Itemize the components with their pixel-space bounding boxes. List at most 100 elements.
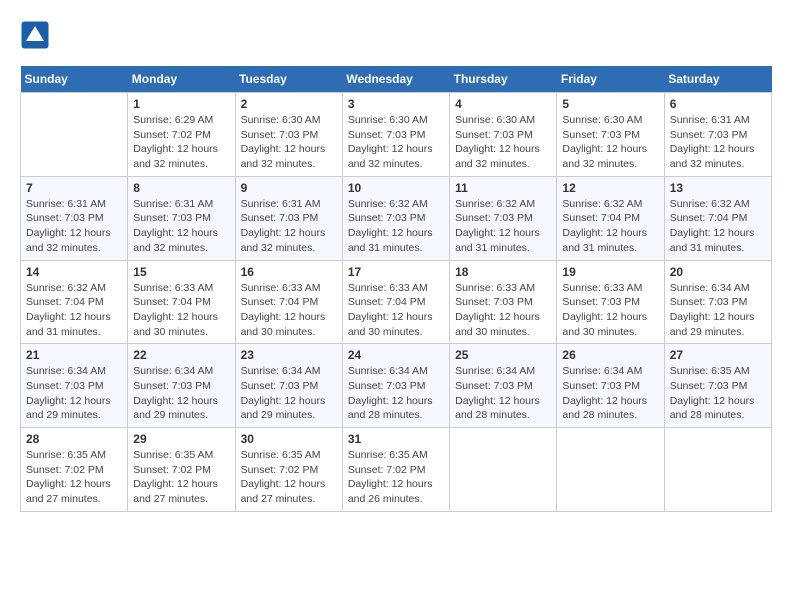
- header-friday: Friday: [557, 66, 664, 93]
- cell-info: Sunrise: 6:33 AM Sunset: 7:03 PM Dayligh…: [455, 281, 551, 340]
- day-number: 3: [348, 97, 444, 111]
- calendar-cell: [450, 428, 557, 512]
- calendar-cell: 14 Sunrise: 6:32 AM Sunset: 7:04 PM Dayli…: [21, 260, 128, 344]
- day-number: 23: [241, 348, 337, 362]
- calendar-cell: 11 Sunrise: 6:32 AM Sunset: 7:03 PM Dayli…: [450, 176, 557, 260]
- cell-info: Sunrise: 6:33 AM Sunset: 7:04 PM Dayligh…: [348, 281, 444, 340]
- cell-info: Sunrise: 6:30 AM Sunset: 7:03 PM Dayligh…: [241, 113, 337, 172]
- cell-info: Sunrise: 6:33 AM Sunset: 7:04 PM Dayligh…: [241, 281, 337, 340]
- calendar-cell: 7 Sunrise: 6:31 AM Sunset: 7:03 PM Daylig…: [21, 176, 128, 260]
- calendar-week-3: 14 Sunrise: 6:32 AM Sunset: 7:04 PM Dayli…: [21, 260, 772, 344]
- calendar-week-1: 1 Sunrise: 6:29 AM Sunset: 7:02 PM Daylig…: [21, 93, 772, 177]
- day-number: 8: [133, 181, 229, 195]
- header-monday: Monday: [128, 66, 235, 93]
- calendar-cell: 2 Sunrise: 6:30 AM Sunset: 7:03 PM Daylig…: [235, 93, 342, 177]
- calendar-cell: 13 Sunrise: 6:32 AM Sunset: 7:04 PM Dayli…: [664, 176, 771, 260]
- day-number: 22: [133, 348, 229, 362]
- cell-info: Sunrise: 6:35 AM Sunset: 7:02 PM Dayligh…: [348, 448, 444, 507]
- cell-info: Sunrise: 6:34 AM Sunset: 7:03 PM Dayligh…: [26, 364, 122, 423]
- calendar-cell: 31Sunrise: 6:35 AM Sunset: 7:02 PM Dayli…: [342, 428, 449, 512]
- cell-info: Sunrise: 6:34 AM Sunset: 7:03 PM Dayligh…: [562, 364, 658, 423]
- header-thursday: Thursday: [450, 66, 557, 93]
- calendar-cell: 28 Sunrise: 6:35 AM Sunset: 7:02 PM Dayli…: [21, 428, 128, 512]
- day-number: 13: [670, 181, 766, 195]
- day-number: 1: [133, 97, 229, 111]
- calendar-cell: 27 Sunrise: 6:35 AM Sunset: 7:03 PM Dayli…: [664, 344, 771, 428]
- calendar-week-2: 7 Sunrise: 6:31 AM Sunset: 7:03 PM Daylig…: [21, 176, 772, 260]
- cell-info: Sunrise: 6:34 AM Sunset: 7:03 PM Dayligh…: [670, 281, 766, 340]
- cell-info: Sunrise: 6:31 AM Sunset: 7:03 PM Dayligh…: [26, 197, 122, 256]
- cell-info: Sunrise: 6:34 AM Sunset: 7:03 PM Dayligh…: [348, 364, 444, 423]
- day-number: 14: [26, 265, 122, 279]
- calendar-cell: [664, 428, 771, 512]
- calendar-cell: 30 Sunrise: 6:35 AM Sunset: 7:02 PM Dayli…: [235, 428, 342, 512]
- header-wednesday: Wednesday: [342, 66, 449, 93]
- header-sunday: Sunday: [21, 66, 128, 93]
- day-number: 29: [133, 432, 229, 446]
- day-number: 2: [241, 97, 337, 111]
- calendar-cell: 5 Sunrise: 6:30 AM Sunset: 7:03 PM Daylig…: [557, 93, 664, 177]
- calendar-cell: 19 Sunrise: 6:33 AM Sunset: 7:03 PM Dayli…: [557, 260, 664, 344]
- calendar-cell: 8 Sunrise: 6:31 AM Sunset: 7:03 PM Daylig…: [128, 176, 235, 260]
- day-number: 16: [241, 265, 337, 279]
- cell-info: Sunrise: 6:34 AM Sunset: 7:03 PM Dayligh…: [241, 364, 337, 423]
- header-tuesday: Tuesday: [235, 66, 342, 93]
- cell-info: Sunrise: 6:34 AM Sunset: 7:03 PM Dayligh…: [133, 364, 229, 423]
- day-number: 11: [455, 181, 551, 195]
- cell-info: Sunrise: 6:34 AM Sunset: 7:03 PM Dayligh…: [455, 364, 551, 423]
- day-number: 28: [26, 432, 122, 446]
- cell-info: Sunrise: 6:33 AM Sunset: 7:03 PM Dayligh…: [562, 281, 658, 340]
- calendar-cell: 17Sunrise: 6:33 AM Sunset: 7:04 PM Dayli…: [342, 260, 449, 344]
- cell-info: Sunrise: 6:35 AM Sunset: 7:02 PM Dayligh…: [241, 448, 337, 507]
- cell-info: Sunrise: 6:35 AM Sunset: 7:02 PM Dayligh…: [26, 448, 122, 507]
- day-number: 4: [455, 97, 551, 111]
- day-number: 7: [26, 181, 122, 195]
- cell-info: Sunrise: 6:35 AM Sunset: 7:03 PM Dayligh…: [670, 364, 766, 423]
- calendar-cell: 1 Sunrise: 6:29 AM Sunset: 7:02 PM Daylig…: [128, 93, 235, 177]
- cell-info: Sunrise: 6:30 AM Sunset: 7:03 PM Dayligh…: [348, 113, 444, 172]
- cell-info: Sunrise: 6:32 AM Sunset: 7:04 PM Dayligh…: [26, 281, 122, 340]
- header-saturday: Saturday: [664, 66, 771, 93]
- day-number: 6: [670, 97, 766, 111]
- calendar-cell: [557, 428, 664, 512]
- day-number: 24: [348, 348, 444, 362]
- calendar-cell: 6 Sunrise: 6:31 AM Sunset: 7:03 PM Daylig…: [664, 93, 771, 177]
- calendar-week-5: 28 Sunrise: 6:35 AM Sunset: 7:02 PM Dayli…: [21, 428, 772, 512]
- calendar-cell: [21, 93, 128, 177]
- logo: [20, 20, 54, 50]
- calendar-cell: 29Sunrise: 6:35 AM Sunset: 7:02 PM Dayli…: [128, 428, 235, 512]
- day-number: 19: [562, 265, 658, 279]
- calendar-cell: 25 Sunrise: 6:34 AM Sunset: 7:03 PM Dayli…: [450, 344, 557, 428]
- calendar-cell: 10Sunrise: 6:32 AM Sunset: 7:03 PM Dayli…: [342, 176, 449, 260]
- cell-info: Sunrise: 6:31 AM Sunset: 7:03 PM Dayligh…: [133, 197, 229, 256]
- day-number: 15: [133, 265, 229, 279]
- calendar-cell: 22 Sunrise: 6:34 AM Sunset: 7:03 PM Dayli…: [128, 344, 235, 428]
- cell-info: Sunrise: 6:32 AM Sunset: 7:03 PM Dayligh…: [455, 197, 551, 256]
- day-number: 9: [241, 181, 337, 195]
- day-number: 5: [562, 97, 658, 111]
- calendar-table: SundayMondayTuesdayWednesdayThursdayFrid…: [20, 66, 772, 512]
- day-number: 27: [670, 348, 766, 362]
- cell-info: Sunrise: 6:33 AM Sunset: 7:04 PM Dayligh…: [133, 281, 229, 340]
- cell-info: Sunrise: 6:31 AM Sunset: 7:03 PM Dayligh…: [241, 197, 337, 256]
- day-number: 25: [455, 348, 551, 362]
- calendar-cell: 26 Sunrise: 6:34 AM Sunset: 7:03 PM Dayli…: [557, 344, 664, 428]
- cell-info: Sunrise: 6:32 AM Sunset: 7:04 PM Dayligh…: [562, 197, 658, 256]
- cell-info: Sunrise: 6:29 AM Sunset: 7:02 PM Dayligh…: [133, 113, 229, 172]
- page-header: [20, 20, 772, 50]
- logo-icon: [20, 20, 50, 50]
- calendar-cell: 12 Sunrise: 6:32 AM Sunset: 7:04 PM Dayli…: [557, 176, 664, 260]
- day-number: 30: [241, 432, 337, 446]
- calendar-header-row: SundayMondayTuesdayWednesdayThursdayFrid…: [21, 66, 772, 93]
- calendar-cell: 24 Sunrise: 6:34 AM Sunset: 7:03 PM Dayli…: [342, 344, 449, 428]
- cell-info: Sunrise: 6:30 AM Sunset: 7:03 PM Dayligh…: [562, 113, 658, 172]
- cell-info: Sunrise: 6:32 AM Sunset: 7:04 PM Dayligh…: [670, 197, 766, 256]
- calendar-cell: 21Sunrise: 6:34 AM Sunset: 7:03 PM Dayli…: [21, 344, 128, 428]
- calendar-week-4: 21Sunrise: 6:34 AM Sunset: 7:03 PM Dayli…: [21, 344, 772, 428]
- day-number: 12: [562, 181, 658, 195]
- calendar-cell: 3 Sunrise: 6:30 AM Sunset: 7:03 PM Daylig…: [342, 93, 449, 177]
- cell-info: Sunrise: 6:31 AM Sunset: 7:03 PM Dayligh…: [670, 113, 766, 172]
- calendar-cell: 4Sunrise: 6:30 AM Sunset: 7:03 PM Daylig…: [450, 93, 557, 177]
- calendar-cell: 20Sunrise: 6:34 AM Sunset: 7:03 PM Dayli…: [664, 260, 771, 344]
- day-number: 26: [562, 348, 658, 362]
